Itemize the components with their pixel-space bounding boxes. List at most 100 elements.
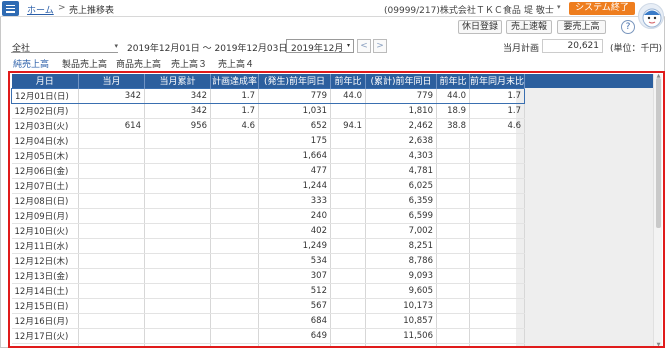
table-cell[interactable]: 175 bbox=[258, 133, 331, 149]
table-cell[interactable] bbox=[436, 133, 470, 149]
table-cell[interactable] bbox=[144, 208, 211, 224]
date-cell[interactable]: 12月17日(火) bbox=[11, 328, 79, 344]
table-cell[interactable] bbox=[210, 328, 259, 344]
table-cell[interactable] bbox=[144, 163, 211, 179]
table-cell[interactable]: 2,638 bbox=[365, 133, 437, 149]
table-cell[interactable] bbox=[210, 268, 259, 284]
table-cell[interactable] bbox=[436, 223, 470, 239]
table-cell[interactable] bbox=[469, 343, 526, 346]
date-cell[interactable]: 12月14日(土) bbox=[11, 283, 79, 299]
table-cell[interactable] bbox=[210, 133, 259, 149]
table-cell[interactable] bbox=[436, 208, 470, 224]
table-cell[interactable] bbox=[78, 133, 145, 149]
table-cell[interactable] bbox=[330, 193, 366, 209]
table-cell[interactable] bbox=[210, 223, 259, 239]
table-cell[interactable] bbox=[78, 343, 145, 346]
table-row[interactable]: 12月02日(月) 342 1.7 1,031 1,810 18.9 1.7 bbox=[11, 103, 526, 119]
table-row[interactable]: 12月04日(水) 175 2,638 bbox=[11, 133, 526, 149]
table-cell[interactable]: 307 bbox=[258, 268, 331, 284]
table-cell[interactable]: 512 bbox=[258, 283, 331, 299]
table-cell[interactable] bbox=[330, 298, 366, 314]
menu-icon[interactable] bbox=[2, 1, 19, 16]
table-cell[interactable] bbox=[210, 253, 259, 269]
table-cell[interactable]: 1,031 bbox=[258, 103, 331, 119]
table-cell[interactable]: 38.8 bbox=[436, 118, 470, 134]
table-cell[interactable] bbox=[330, 313, 366, 329]
date-cell[interactable]: 12月02日(月) bbox=[11, 103, 79, 119]
table-cell[interactable] bbox=[210, 178, 259, 194]
table-cell[interactable] bbox=[144, 313, 211, 329]
table-cell[interactable] bbox=[144, 133, 211, 149]
table-cell[interactable]: 402 bbox=[258, 223, 331, 239]
table-cell[interactable] bbox=[144, 343, 211, 346]
date-cell[interactable]: 12月08日(日) bbox=[11, 193, 79, 209]
table-cell[interactable] bbox=[469, 133, 526, 149]
table-row[interactable]: 12月05日(木) 1,664 4,303 bbox=[11, 148, 526, 164]
table-cell[interactable]: 342 bbox=[144, 87, 211, 104]
table-cell[interactable] bbox=[469, 163, 526, 179]
table-cell[interactable] bbox=[144, 148, 211, 164]
table-cell[interactable]: 1,244 bbox=[258, 178, 331, 194]
table-cell[interactable] bbox=[78, 253, 145, 269]
scrollbar-thumb[interactable] bbox=[656, 78, 661, 228]
assistant-avatar-icon[interactable] bbox=[638, 3, 664, 29]
plan-value-field[interactable]: 20,621 bbox=[542, 39, 603, 53]
table-cell[interactable] bbox=[330, 163, 366, 179]
date-cell[interactable]: 12月06日(金) bbox=[11, 163, 79, 179]
table-cell[interactable] bbox=[330, 283, 366, 299]
required-sales-button[interactable]: 要売上高 bbox=[557, 20, 606, 34]
table-cell[interactable]: 684 bbox=[258, 313, 331, 329]
table-row[interactable]: 12月07日(土) 1,244 6,025 bbox=[11, 178, 526, 194]
scroll-down-icon[interactable]: ▼ bbox=[655, 343, 662, 347]
table-cell[interactable] bbox=[436, 238, 470, 254]
table-cell[interactable]: 1.7 bbox=[210, 103, 259, 119]
date-cell[interactable]: 12月04日(水) bbox=[11, 133, 79, 149]
table-cell[interactable] bbox=[469, 328, 526, 344]
table-cell[interactable]: 614 bbox=[78, 118, 145, 134]
month-select[interactable]: 2019年12月 ▾ bbox=[286, 39, 354, 54]
table-cell[interactable]: 1,249 bbox=[258, 238, 331, 254]
table-cell[interactable] bbox=[144, 268, 211, 284]
table-cell[interactable] bbox=[330, 208, 366, 224]
table-cell[interactable] bbox=[210, 208, 259, 224]
table-cell[interactable]: 8,251 bbox=[365, 238, 437, 254]
table-cell[interactable] bbox=[330, 268, 366, 284]
table-row[interactable]: 12月06日(金) 477 4,781 bbox=[11, 163, 526, 179]
table-cell[interactable] bbox=[210, 148, 259, 164]
table-cell[interactable] bbox=[469, 178, 526, 194]
table-cell[interactable] bbox=[436, 298, 470, 314]
table-cell[interactable] bbox=[436, 283, 470, 299]
table-cell[interactable]: 649 bbox=[258, 328, 331, 344]
table-cell[interactable]: 11,684 bbox=[365, 343, 437, 346]
table-cell[interactable]: 652 bbox=[258, 118, 331, 134]
table-cell[interactable] bbox=[469, 253, 526, 269]
table-cell[interactable]: 94.1 bbox=[330, 118, 366, 134]
table-cell[interactable] bbox=[436, 178, 470, 194]
user-menu[interactable]: 堤 敬士 bbox=[524, 3, 554, 16]
column-header[interactable]: 月日 bbox=[11, 74, 79, 88]
date-cell[interactable]: 12月09日(月) bbox=[11, 208, 79, 224]
table-cell[interactable] bbox=[78, 283, 145, 299]
system-exit-button[interactable]: システム終了 bbox=[569, 2, 635, 15]
table-cell[interactable]: 342 bbox=[78, 87, 145, 104]
table-cell[interactable] bbox=[469, 298, 526, 314]
help-icon[interactable]: ? bbox=[621, 20, 635, 34]
table-cell[interactable]: 4.6 bbox=[210, 118, 259, 134]
table-cell[interactable]: 6,025 bbox=[365, 178, 437, 194]
table-row[interactable]: 12月18日(水) 177 11,684 bbox=[11, 343, 526, 346]
table-cell[interactable] bbox=[78, 313, 145, 329]
table-cell[interactable] bbox=[144, 193, 211, 209]
table-cell[interactable] bbox=[144, 298, 211, 314]
table-cell[interactable]: 10,173 bbox=[365, 298, 437, 314]
table-row[interactable]: 12月17日(火) 649 11,506 bbox=[11, 328, 526, 344]
table-cell[interactable] bbox=[436, 148, 470, 164]
date-cell[interactable]: 12月18日(水) bbox=[11, 343, 79, 346]
date-cell[interactable]: 12月01日(日) bbox=[11, 87, 79, 104]
table-cell[interactable]: 333 bbox=[258, 193, 331, 209]
table-cell[interactable] bbox=[210, 193, 259, 209]
table-cell[interactable] bbox=[330, 238, 366, 254]
table-cell[interactable]: 2,462 bbox=[365, 118, 437, 134]
table-cell[interactable] bbox=[78, 298, 145, 314]
table-cell[interactable]: 4,781 bbox=[365, 163, 437, 179]
table-cell[interactable] bbox=[330, 223, 366, 239]
